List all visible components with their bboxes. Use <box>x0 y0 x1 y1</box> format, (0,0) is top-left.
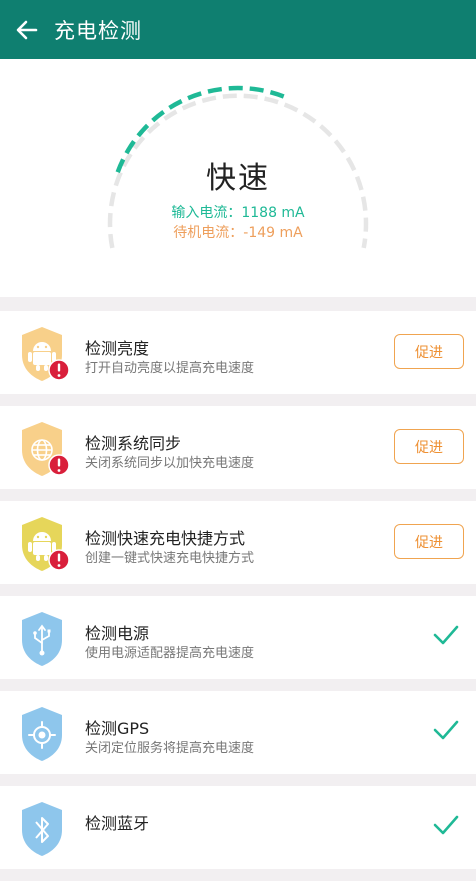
check-title: 检测GPS <box>85 719 150 738</box>
app-bar: 充电检测 <box>0 0 476 59</box>
android-shield-icon <box>22 517 70 571</box>
check-description: 关闭定位服务将提高充电速度 <box>85 741 255 756</box>
check-title: 检测电源 <box>85 624 150 643</box>
checkmark-icon <box>433 625 459 645</box>
promote-button[interactable]: 促进 <box>394 429 464 464</box>
globe-shield-icon <box>22 422 70 476</box>
check-title: 检测亮度 <box>85 339 150 358</box>
check-description: 使用电源适配器提高充电速度 <box>85 646 255 661</box>
arrow-left-icon <box>16 20 38 39</box>
check-item-power: 检测电源 使用电源适配器提高充电速度 <box>0 596 476 679</box>
promote-button[interactable]: 促进 <box>394 524 464 559</box>
checkmark-icon <box>433 815 459 835</box>
checkmark-icon <box>433 720 459 740</box>
promote-button[interactable]: 促进 <box>394 334 464 369</box>
check-description: 创建一键式快速充电快捷方式 <box>85 551 255 566</box>
check-description: 关闭系统同步以加快充电速度 <box>85 456 255 471</box>
check-title: 检测蓝牙 <box>85 814 150 833</box>
back-button[interactable] <box>0 0 54 59</box>
charge-speed-label: 快速 <box>206 161 270 196</box>
page-title: 充电检测 <box>54 18 142 43</box>
check-item-bluetooth: 检测蓝牙 <box>0 786 476 869</box>
usb-shield-icon <box>22 612 62 666</box>
check-item-quick-charge-shortcut: 检测快速充电快捷方式 创建一键式快速充电快捷方式 促进 <box>0 501 476 584</box>
check-title: 检测系统同步 <box>85 434 182 453</box>
check-description: 打开自动亮度以提高充电速度 <box>85 361 255 376</box>
check-item-brightness: 检测亮度 打开自动亮度以提高充电速度 促进 <box>0 311 476 394</box>
input-current-text: 输入电流：1188 mA <box>171 205 305 221</box>
bluetooth-shield-icon <box>22 802 62 856</box>
location-shield-icon <box>22 707 62 761</box>
check-list: 检测亮度 打开自动亮度以提高充电速度 促进 检测系统同步 关闭系统同步以加快充电… <box>0 311 476 881</box>
standby-current-text: 待机电流：-149 mA <box>173 225 303 241</box>
check-item-gps: 检测GPS 关闭定位服务将提高充电速度 <box>0 691 476 774</box>
check-item-system-sync: 检测系统同步 关闭系统同步以加快充电速度 促进 <box>0 406 476 489</box>
charge-gauge-card: 快速 输入电流：1188 mA 待机电流：-149 mA <box>0 59 476 297</box>
android-shield-icon <box>22 327 70 381</box>
check-title: 检测快速充电快捷方式 <box>85 529 246 548</box>
